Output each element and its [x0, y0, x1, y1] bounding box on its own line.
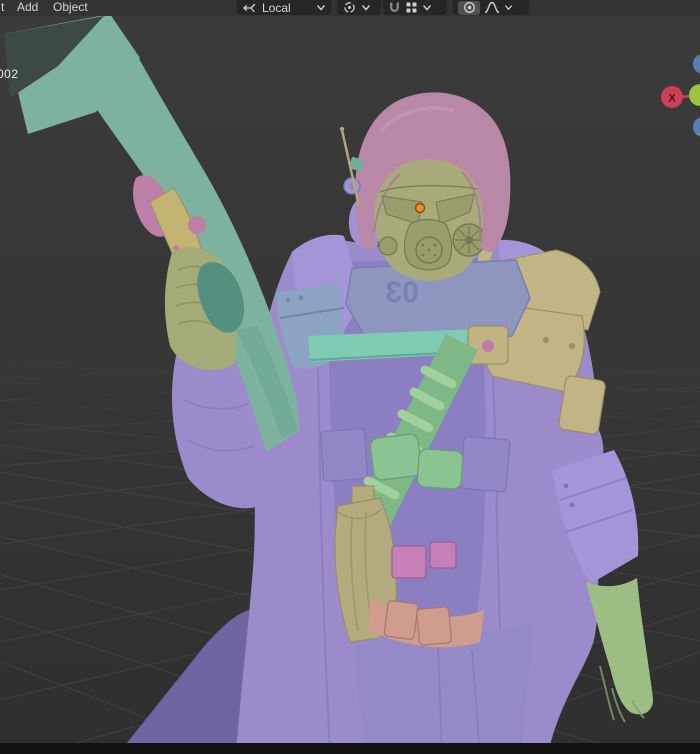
navigation-gizmo[interactable]: X [661, 54, 700, 137]
pouch-green [370, 433, 423, 481]
transform-orientation-icon [242, 2, 256, 14]
proportional-editing-group[interactable] [453, 0, 529, 15]
pouch-green [417, 449, 464, 490]
bracer-rivet [570, 503, 575, 508]
gizmo-x-label: X [668, 93, 676, 105]
gun-knob [188, 216, 206, 234]
menu-add[interactable]: Add [17, 0, 38, 15]
gizmo-axis-z-neg[interactable] [693, 117, 700, 137]
viewport-canvas[interactable]: 03 [0, 16, 700, 754]
snap-magnet-icon[interactable] [388, 1, 401, 14]
right-hand [586, 578, 653, 714]
gizmo-axis-y[interactable] [689, 84, 700, 106]
viewport-header: t Add Object Local [0, 0, 700, 16]
object-name-label: 002 [0, 67, 19, 81]
pouch-pink [392, 546, 426, 578]
chevron-down-icon [504, 3, 513, 12]
pouch-pink [430, 542, 456, 568]
falloff-curve-icon[interactable] [484, 1, 500, 14]
origin-point [416, 204, 425, 213]
antenna-tip [340, 127, 344, 131]
status-bar-edge [0, 743, 700, 754]
mask-filter-left [379, 237, 397, 255]
chevron-down-icon [316, 3, 326, 12]
belt-pouch [416, 607, 451, 646]
proportional-editing-icon [463, 1, 476, 14]
pivot-point-icon [342, 1, 357, 14]
menu-select-partial[interactable]: t [1, 0, 4, 15]
snap-target-icon[interactable] [405, 1, 418, 14]
buckle-pin [482, 340, 494, 352]
chevron-down-icon [361, 3, 371, 12]
gizmo-axis-z[interactable] [693, 54, 700, 74]
arm-pouch [558, 375, 606, 435]
coat-pocket-right [460, 436, 510, 492]
proportional-editing-toggle[interactable] [458, 1, 480, 15]
chest-plate-number: 03 [385, 276, 418, 309]
orientation-value: Local [260, 1, 312, 15]
snap-dropdown[interactable] [383, 0, 447, 15]
bracer-rivet [564, 484, 569, 489]
pivot-point-dropdown[interactable] [337, 0, 381, 15]
pauldron-rivet [569, 343, 575, 349]
chevron-down-icon [422, 3, 432, 12]
pauldron-rivet [543, 337, 549, 343]
belt-pouch [384, 600, 418, 639]
shoulder-rivet [299, 296, 304, 301]
menu-object[interactable]: Object [53, 0, 88, 15]
transform-orientation-dropdown[interactable]: Local [237, 0, 331, 15]
shoulder-rivet [286, 298, 291, 303]
viewport-3d[interactable]: 002 [0, 16, 700, 754]
coat-pocket-left [320, 429, 367, 482]
